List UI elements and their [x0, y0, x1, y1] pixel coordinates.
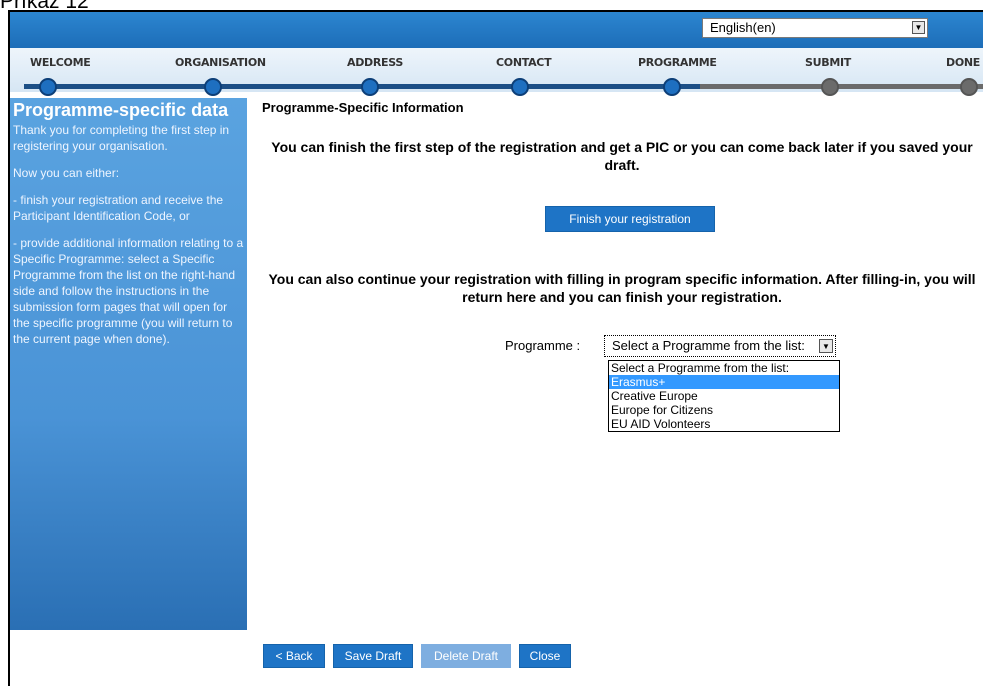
help-sidebar: Programme-specific data Thank you for co…	[10, 98, 247, 630]
step-programme-marker	[663, 78, 681, 96]
step-address-label: ADDRESS	[347, 56, 404, 69]
top-bar: English(en) ▼	[10, 12, 983, 48]
delete-draft-button[interactable]: Delete Draft	[421, 644, 511, 668]
close-button[interactable]: Close	[519, 644, 571, 668]
save-draft-button[interactable]: Save Draft	[333, 644, 413, 668]
step-submit-marker	[821, 78, 839, 96]
programme-option[interactable]: Select a Programme from the list:	[609, 361, 839, 375]
sidebar-title: Programme-specific data	[13, 100, 229, 120]
programme-label: Programme :	[505, 338, 581, 353]
programme-option[interactable]: Europe for Citizens	[609, 403, 839, 417]
step-welcome-marker	[39, 78, 57, 96]
progress-steps: WELCOME ORGANISATION ADDRESS CONTACT PRO…	[10, 48, 983, 96]
step-done-label: DONE	[946, 56, 981, 69]
sidebar-paragraph: - provide additional information relatin…	[13, 236, 244, 346]
finish-message: You can finish the first step of the reg…	[271, 139, 973, 173]
sidebar-paragraph: Now you can either:	[13, 166, 120, 180]
step-welcome-label: WELCOME	[30, 56, 91, 69]
step-contact-marker	[511, 78, 529, 96]
step-contact-label: CONTACT	[496, 56, 552, 69]
step-address-marker	[361, 78, 379, 96]
programme-select[interactable]: Select a Programme from the list: ▼	[604, 335, 836, 357]
programme-option[interactable]: EU AID Volonteers	[609, 417, 839, 431]
step-organisation-marker	[204, 78, 222, 96]
programme-options-list: Select a Programme from the list: Erasmu…	[608, 360, 840, 432]
chevron-down-icon[interactable]: ▼	[912, 21, 925, 34]
language-value: English(en)	[710, 20, 776, 35]
programme-option-highlighted[interactable]: Erasmus+	[609, 375, 839, 389]
continue-message: You can also continue your registration …	[268, 271, 976, 305]
sidebar-paragraph: - finish your registration and receive t…	[13, 193, 224, 223]
programme-select-value: Select a Programme from the list:	[612, 338, 805, 353]
section-title: Programme-Specific Information	[262, 100, 464, 115]
finish-registration-button[interactable]: Finish your registration	[545, 206, 715, 232]
back-button[interactable]: < Back	[263, 644, 325, 668]
chevron-down-icon[interactable]: ▼	[819, 339, 833, 353]
progress-track-todo	[700, 84, 983, 89]
language-select[interactable]: English(en) ▼	[702, 18, 928, 38]
registration-window: English(en) ▼ WELCOME ORGANISATION ADDRE…	[8, 10, 983, 686]
step-done-marker	[960, 78, 978, 96]
step-organisation-label: ORGANISATION	[175, 56, 266, 69]
main-content: Programme-Specific Information You can f…	[247, 98, 983, 686]
sidebar-paragraph: Thank you for completing the first step …	[13, 123, 230, 153]
step-programme-label: PROGRAMME	[638, 56, 717, 69]
programme-option[interactable]: Creative Europe	[609, 389, 839, 403]
step-submit-label: SUBMIT	[805, 56, 851, 69]
